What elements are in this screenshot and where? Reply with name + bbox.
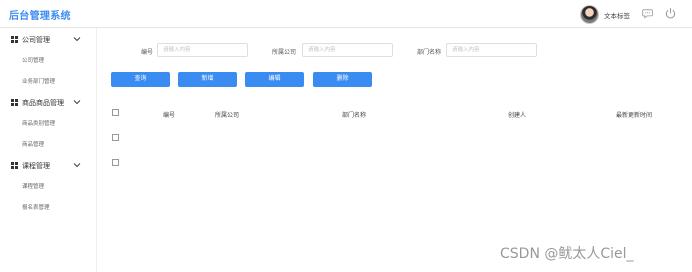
search-button[interactable]: 查询 bbox=[111, 72, 170, 87]
sidebar-item-goods-manage[interactable]: 商品管理 bbox=[22, 140, 44, 148]
message-icon[interactable] bbox=[642, 8, 653, 19]
id-filter-input[interactable] bbox=[157, 43, 248, 57]
sidebar-group-title: 公司管理 bbox=[22, 37, 50, 44]
column-header-company: 所属公司 bbox=[215, 113, 240, 119]
grid-icon bbox=[11, 36, 18, 43]
chevron-down-icon[interactable] bbox=[73, 161, 81, 169]
top-bar: 后台管理系统 文本标签 bbox=[0, 0, 692, 28]
select-all-checkbox[interactable] bbox=[112, 109, 119, 116]
column-header-updated-time: 最新更新时间 bbox=[616, 113, 653, 119]
company-filter-input[interactable] bbox=[302, 43, 393, 57]
column-header-creator: 创建人 bbox=[508, 113, 527, 119]
sidebar-group-title: 课程管理 bbox=[22, 163, 50, 170]
grid-icon bbox=[11, 99, 18, 106]
watermark: CSDN @鱿太人Ciel_ bbox=[500, 246, 634, 262]
row-checkbox[interactable] bbox=[112, 134, 119, 141]
sidebar-group-title: 商品商品管理 bbox=[22, 100, 64, 107]
avatar[interactable] bbox=[580, 5, 599, 24]
sidebar-item-company-manage[interactable]: 公司管理 bbox=[22, 56, 44, 64]
power-icon[interactable] bbox=[664, 7, 677, 20]
username-label[interactable]: 文本标签 bbox=[604, 10, 630, 20]
sidebar-item-department-manage[interactable]: 业务部门管理 bbox=[22, 77, 55, 85]
filter-label-id: 编号 bbox=[141, 50, 154, 56]
add-button[interactable]: 新增 bbox=[178, 72, 237, 87]
sidebar-item-signup-manage[interactable]: 报名表管理 bbox=[22, 203, 50, 211]
sidebar: 公司管理 公司管理 业务部门管理 商品商品管理 商品类别管理 商品管理 课程管理… bbox=[0, 28, 97, 272]
chevron-down-icon[interactable] bbox=[73, 98, 81, 106]
column-header-id: 编号 bbox=[163, 113, 176, 119]
sidebar-item-goods-category[interactable]: 商品类别管理 bbox=[22, 119, 55, 127]
grid-icon bbox=[11, 162, 18, 169]
brand-title: 后台管理系统 bbox=[9, 11, 71, 22]
row-checkbox[interactable] bbox=[112, 159, 119, 166]
column-header-department: 部门名称 bbox=[342, 113, 367, 119]
edit-button[interactable]: 编辑 bbox=[245, 72, 304, 87]
filter-label-company: 所属公司 bbox=[272, 50, 297, 56]
sidebar-group-company[interactable]: 公司管理 bbox=[0, 32, 97, 48]
sidebar-group-goods[interactable]: 商品商品管理 bbox=[0, 95, 97, 111]
department-filter-input[interactable] bbox=[446, 43, 537, 57]
sidebar-group-course[interactable]: 课程管理 bbox=[0, 158, 97, 174]
chevron-down-icon[interactable] bbox=[73, 35, 81, 43]
delete-button[interactable]: 删除 bbox=[313, 72, 372, 87]
sidebar-item-course-manage[interactable]: 课程管理 bbox=[22, 182, 44, 190]
filter-label-department: 部门名称 bbox=[417, 50, 442, 56]
